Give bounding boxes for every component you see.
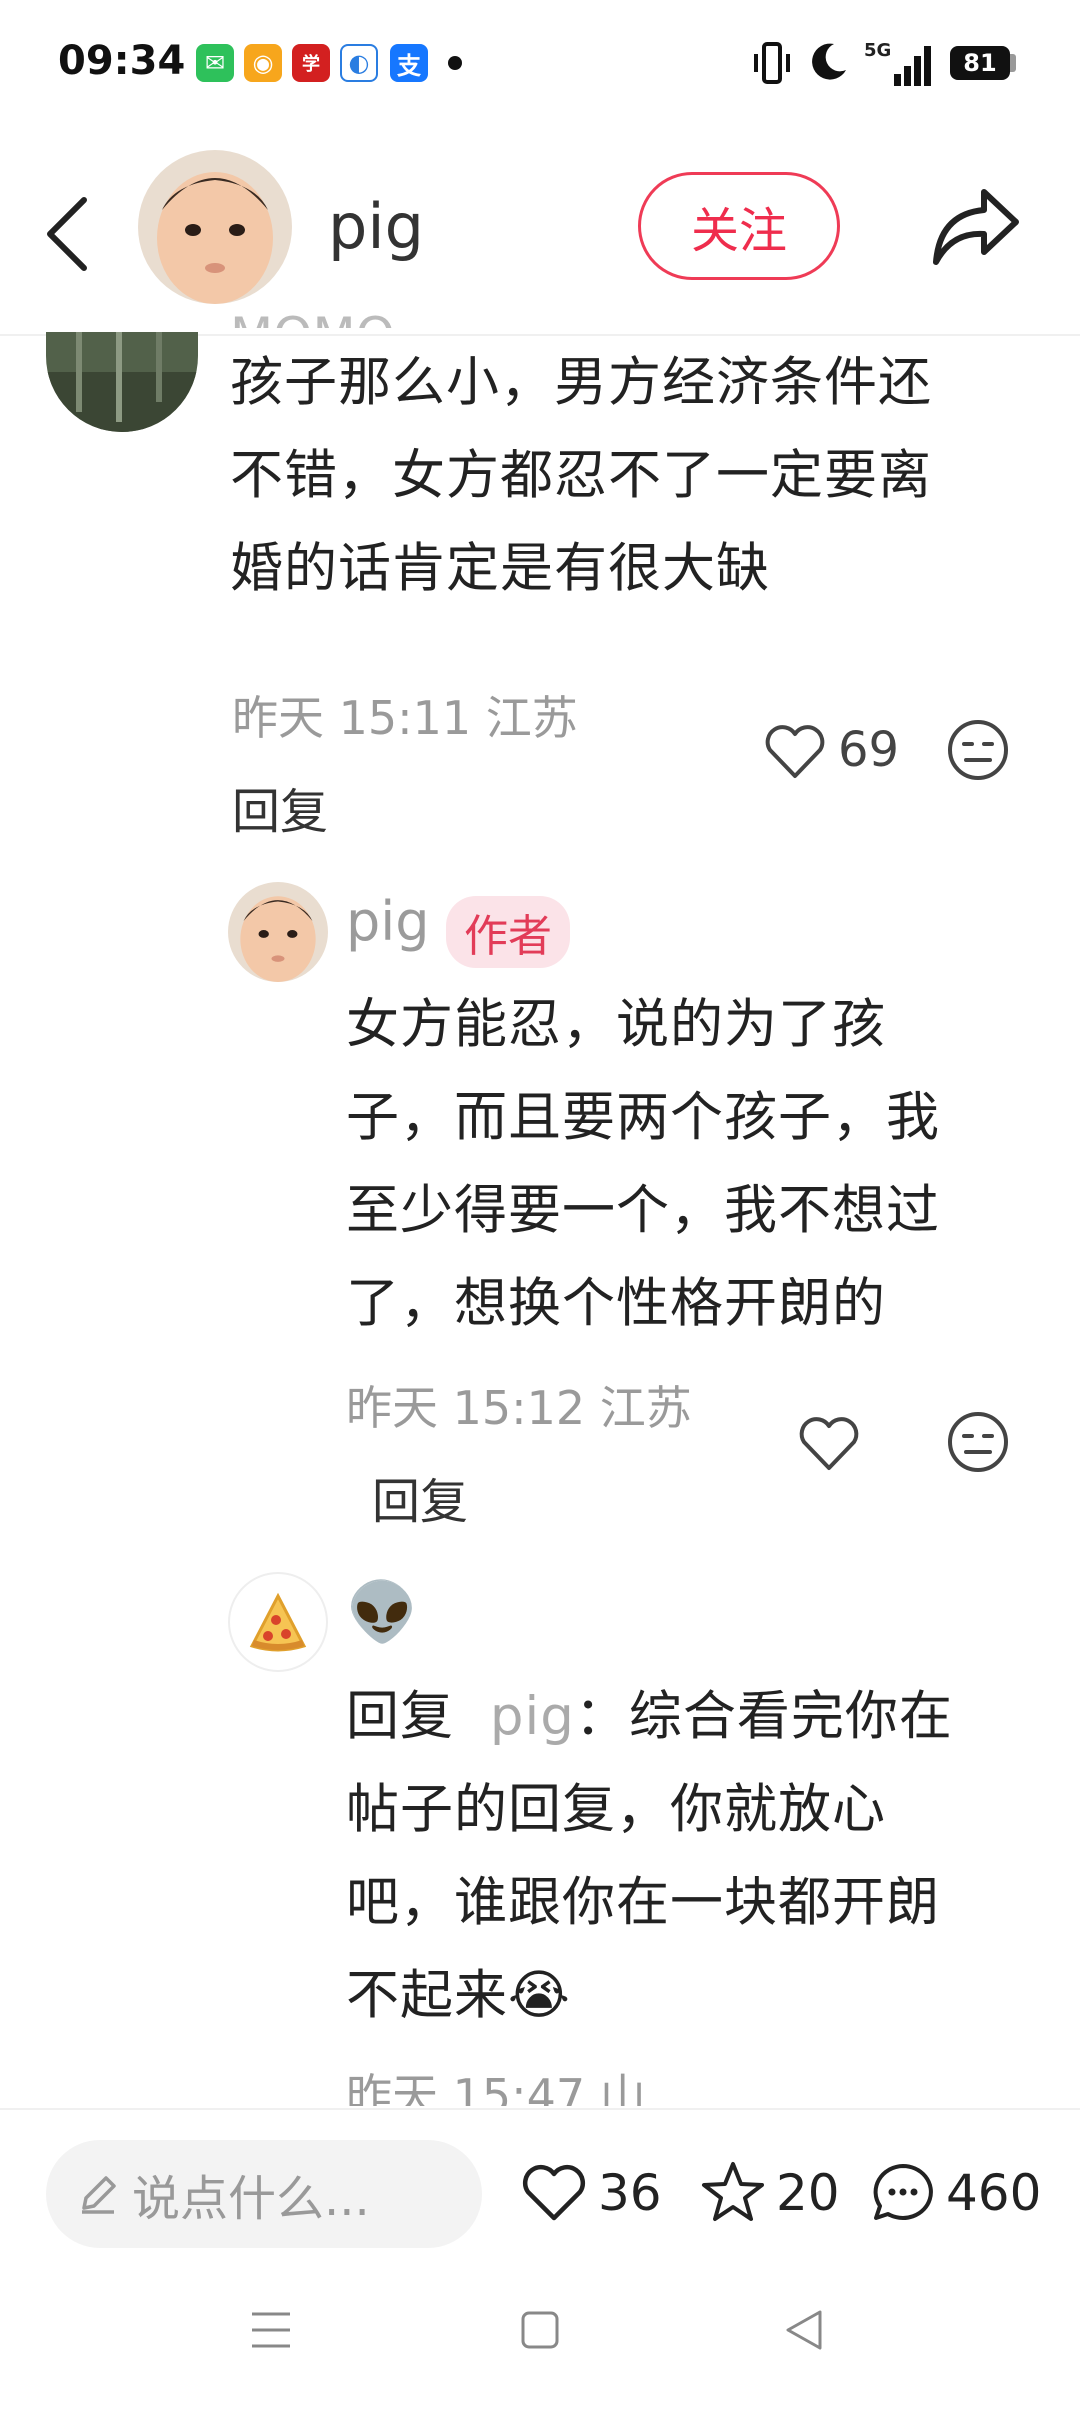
back-arrow-icon[interactable] — [40, 194, 92, 274]
comment-text: 孩子那么小，男方经济条件还 不错，女方都忍不了一定要离 婚的话肯定是有很大缺 — [230, 336, 1050, 615]
bottom-action-bar: 说点什么... 36 20 460 — [0, 2108, 1080, 2270]
reply-line: 吧，谁跟你在一块都开朗 — [346, 1872, 940, 1933]
home-icon[interactable] — [520, 2310, 560, 2350]
post-header: pig 关注 — [0, 120, 1080, 336]
commenter-name-partial: MOMO — [230, 296, 395, 328]
reply-text: 回复 pig：综合看完你在 帖子的回复，你就放心 吧，谁跟你在一块都开朗 不起来… — [346, 1670, 1066, 2042]
comment-item: MOMO 孩子那么小，男方经济条件还 不错，女方都忍不了一定要离 婚的话肯定是有… — [0, 307, 1080, 840]
alipay-icon: 支 — [390, 44, 428, 82]
pizza-avatar[interactable] — [228, 1572, 328, 1672]
battery-tip — [1010, 54, 1016, 72]
comment-bubble-icon[interactable] — [870, 2160, 936, 2224]
share-icon[interactable] — [928, 184, 1024, 270]
like-post-icon[interactable] — [522, 2164, 586, 2222]
post-comment-count: 460 — [946, 2164, 1042, 2222]
input-placeholder: 说点什么... — [132, 2171, 370, 2227]
menu-icon[interactable] — [250, 2310, 292, 2350]
notification-dot-icon — [448, 56, 462, 70]
status-time: 09:34 — [58, 38, 186, 84]
reply-line: 至少得要一个，我不想过 — [346, 1180, 940, 1241]
status-bar: 09:34 ✉ ◉ 学 ◐ 支 5G 81 — [0, 0, 1080, 120]
wechat-icon: ✉ — [196, 44, 234, 82]
commenter-avatar[interactable] — [46, 332, 198, 432]
header-username: pig — [328, 190, 424, 263]
reply-first-text: ：综合看完你在 — [574, 1686, 953, 1747]
reply-button[interactable]: 回复 — [372, 1462, 468, 1532]
author-avatar-small[interactable] — [228, 882, 328, 982]
battery-level: 81 — [950, 46, 1010, 80]
reply-line: 不起来😭 — [346, 1965, 571, 2026]
pencil-icon — [82, 2176, 116, 2214]
reply-text: 女方能忍，说的为了孩 子，而且要两个孩子，我 至少得要一个，我不想过 了，想换个… — [346, 978, 1066, 1350]
post-like-count: 36 — [598, 2164, 662, 2222]
heart-icon[interactable] — [764, 724, 826, 780]
reply-line: 了，想换个性格开朗的 — [346, 1273, 886, 1334]
vibrate-icon — [754, 42, 790, 84]
reply-line-first: 回复 pig：综合看完你在 — [346, 1670, 1066, 1763]
reply-line: 子，而且要两个孩子，我 — [346, 1087, 940, 1148]
reply-meta: 昨天 15:12 江苏 — [346, 1381, 692, 1435]
star-icon[interactable] — [700, 2160, 766, 2224]
comment-input[interactable]: 说点什么... — [46, 2140, 482, 2248]
reply-item: pig 作者 女方能忍，说的为了孩 子，而且要两个孩子，我 至少得要一个，我不想… — [0, 876, 1080, 1530]
comment-line: 婚的话肯定是有很大缺 — [230, 538, 770, 599]
reply-prefix: 回复 — [346, 1686, 454, 1747]
comment-line: 不错，女方都忍不了一定要离 — [230, 445, 932, 506]
reply-line: 帖子的回复，你就放心 — [346, 1779, 886, 1840]
system-nav-bar — [0, 2268, 1080, 2414]
signal-icon — [894, 46, 931, 86]
comment-meta: 昨天 15:11 江苏 — [232, 691, 578, 745]
browser-icon: ◐ — [340, 44, 378, 82]
heart-icon[interactable] — [798, 1416, 860, 1472]
back-icon[interactable] — [784, 2308, 824, 2352]
comment-line: 孩子那么小，男方经济条件还 — [230, 352, 932, 413]
reply-to-user[interactable]: pig — [490, 1686, 575, 1747]
moon-icon — [812, 43, 846, 80]
like-count: 69 — [838, 722, 900, 778]
author-badge: 作者 — [446, 896, 570, 968]
follow-button[interactable]: 关注 — [638, 172, 840, 280]
dislike-face-icon[interactable] — [946, 1410, 1010, 1474]
reply-item: 👽 回复 pig：综合看完你在 帖子的回复，你就放心 吧，谁跟你在一块都开朗 不… — [0, 1570, 1080, 2106]
weibo-icon: ◉ — [244, 44, 282, 82]
reply-button[interactable]: 回复 — [232, 772, 328, 842]
reply-meta-partial: 昨天 15:47 山 — [346, 2069, 646, 2106]
reply-line: 女方能忍，说的为了孩 — [346, 994, 886, 1055]
alien-username[interactable]: 👽 — [346, 1578, 418, 1647]
post-star-count: 20 — [776, 2164, 840, 2222]
pizza-icon — [249, 1592, 307, 1652]
dislike-face-icon[interactable] — [946, 718, 1010, 782]
reply-username[interactable]: pig — [346, 890, 430, 953]
news-icon: 学 — [292, 44, 330, 82]
author-avatar[interactable] — [138, 150, 292, 304]
